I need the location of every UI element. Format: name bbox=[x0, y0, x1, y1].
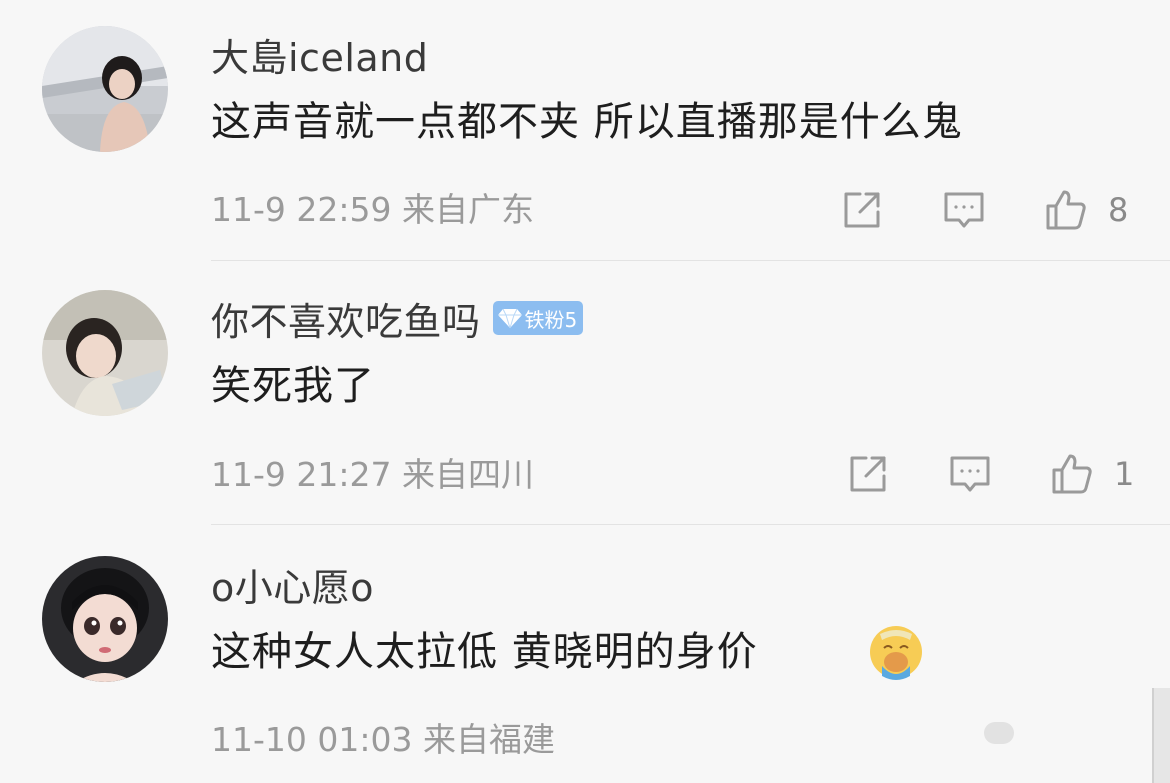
comment-text: 笑死我了 bbox=[211, 363, 375, 409]
diamond-icon bbox=[497, 308, 522, 329]
avatar[interactable] bbox=[42, 26, 168, 152]
comment-actions: 1 bbox=[846, 452, 1134, 496]
username[interactable]: 大島iceland bbox=[211, 27, 428, 82]
comment-icon[interactable] bbox=[942, 188, 986, 232]
avatar[interactable] bbox=[42, 556, 168, 682]
divider bbox=[211, 524, 1170, 525]
comment-text: 这声音就一点都不夹 所以直播那是什么鬼 bbox=[211, 99, 963, 145]
like-button[interactable]: 1 bbox=[1050, 452, 1134, 496]
like-count: 8 bbox=[1108, 191, 1129, 229]
user-row: 你不喜欢吃鱼吗 铁粉5 bbox=[211, 290, 584, 346]
comment-meta: 11-9 22:59 来自广东 bbox=[211, 190, 534, 229]
user-row: 大島iceland bbox=[211, 26, 428, 82]
comment-icon[interactable] bbox=[948, 452, 992, 496]
comment-actions: 8 bbox=[840, 188, 1128, 232]
share-icon[interactable] bbox=[840, 188, 884, 232]
avatar[interactable] bbox=[42, 290, 168, 416]
crying-emoji-icon bbox=[866, 622, 926, 682]
user-row: o小心愿o bbox=[211, 556, 374, 612]
thumbs-up-icon bbox=[1044, 188, 1088, 232]
like-button[interactable]: 8 bbox=[1044, 188, 1128, 232]
share-icon[interactable] bbox=[846, 452, 890, 496]
divider bbox=[211, 260, 1170, 261]
like-count: 1 bbox=[1114, 455, 1135, 493]
scrollbar[interactable] bbox=[1152, 688, 1170, 783]
username[interactable]: o小心愿o bbox=[211, 557, 374, 612]
thumbs-up-icon bbox=[1050, 452, 1094, 496]
username[interactable]: 你不喜欢吃鱼吗 bbox=[211, 291, 481, 346]
badge-label: 铁粉5 bbox=[524, 307, 578, 332]
comment-text: 这种女人太拉低 黄晓明的身价 bbox=[211, 629, 758, 675]
comment-meta: 11-9 21:27 来自四川 bbox=[211, 455, 534, 494]
fan-badge[interactable]: 铁粉5 bbox=[492, 301, 584, 335]
comment-list: 大島iceland 这声音就一点都不夹 所以直播那是什么鬼 11-9 22:59… bbox=[0, 0, 1170, 783]
comment-meta: 11-10 01:03 来自福建 bbox=[211, 720, 555, 759]
watermark bbox=[984, 722, 1014, 744]
